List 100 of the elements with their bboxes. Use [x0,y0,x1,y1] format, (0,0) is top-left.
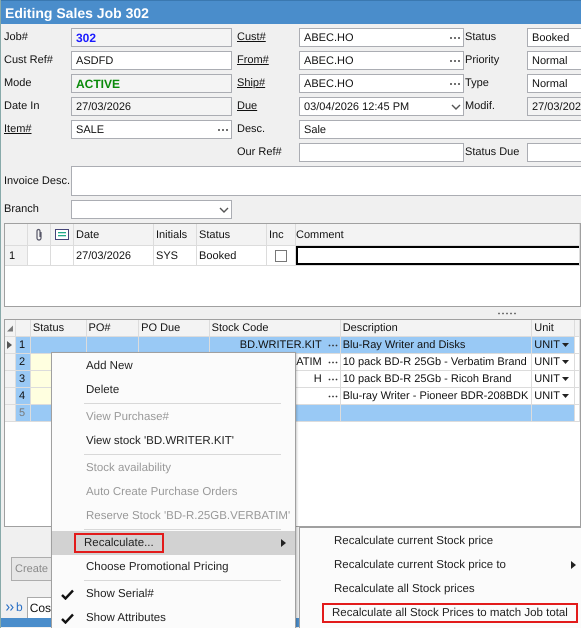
window-title: Editing Sales Job 302 [5,4,149,20]
table-cell: UNIT [532,354,575,371]
menu-item-label: Recalculate all Stock Prices to match Job total [322,603,578,623]
menu-item[interactable]: View stock 'BD.WRITER.KIT' [52,429,295,453]
table-cell[interactable]: 10 pack BD-R 25Gb - Verbatim Brand [340,354,532,371]
menu-item-label: Recalculate... [74,533,164,553]
menu-item-label: Show Attributes [85,611,167,626]
field-label: Modif. [465,100,496,113]
column-header[interactable]: Initials [154,224,197,246]
menu-item-label: View Purchase# [85,410,170,425]
lookup-field[interactable]: ABEC.HO [299,74,464,93]
column-header[interactable]: Date [74,224,154,246]
text-field[interactable]: Normal [527,51,581,70]
double-chevron-icon [6,604,14,610]
field-label: Type [465,77,490,90]
menu-item-label: Delete [85,383,120,398]
menu-item-label: Auto Create Purchase Orders [85,485,238,500]
menu-item[interactable]: Show Serial# [52,582,295,606]
row-number: 3 [16,371,31,388]
ellipsis-icon [449,58,461,62]
comment-field[interactable] [296,246,579,265]
dropdown-arrow-icon[interactable] [562,394,569,398]
field-label: Priority [465,54,500,67]
field-label: Branch [4,203,40,216]
readonly-field[interactable]: 27/03/2026 [71,97,232,116]
menu-item-label: Recalculate all Stock prices [333,582,476,597]
menu-item-label: Recalculate current Stock price to [333,558,507,573]
table-cell [532,405,575,422]
field-label[interactable]: From# [237,54,299,67]
table-cell[interactable]: Blu-Ray Writer and Disks [340,337,532,354]
dropdown-arrow-icon[interactable] [562,377,569,381]
collapse-tab[interactable]: b [3,600,26,618]
field-label[interactable]: Cust# [237,31,299,44]
menu-item[interactable]: Recalculate... [52,531,295,555]
chevron-down-icon [219,206,229,212]
menu-item-label: View stock 'BD.WRITER.KIT' [85,434,235,449]
field-label: Mode [4,77,33,90]
field-label: Invoice Desc. [4,174,71,188]
readonly-field[interactable]: 302 [71,28,232,47]
dropdown-arrow-icon[interactable] [562,343,569,347]
memo-field[interactable] [71,166,581,196]
ellipsis-icon[interactable] [328,394,338,398]
column-header[interactable]: Inc [267,224,296,246]
lookup-field[interactable]: SALE [71,120,232,139]
menu-item[interactable]: Recalculate current Stock price to [300,553,581,577]
ellipsis-icon [449,36,461,40]
menu-item[interactable]: Recalculate all Stock prices [300,577,581,601]
row-number: 4 [16,388,31,405]
lookup-field[interactable]: ABEC.HO [299,51,464,70]
field-label: Job# [4,31,29,44]
table-cell[interactable] [340,405,532,422]
ellipsis-icon [217,128,229,132]
column-header[interactable]: Status [197,224,267,246]
dropdown-field[interactable] [71,200,232,219]
menu-item-label: Reserve Stock 'BD-R.25GB.VERBATIM' [85,509,292,524]
ellipsis-icon[interactable] [328,344,338,346]
dropdown-field[interactable]: 03/04/2026 12:45 PM [299,97,464,116]
menu-item-label: Choose Promotional Pricing [85,560,230,575]
dropdown-arrow-icon[interactable] [562,360,569,364]
row-number: 2 [16,354,31,371]
menu-item[interactable]: Choose Promotional Pricing [52,555,295,579]
menu-item-label: Show Serial# [85,587,155,602]
table-cell: Booked [197,246,267,266]
table-cell: UNIT [532,337,575,354]
field-label: Our Ref# [237,146,283,159]
table-cell [30,337,86,354]
ellipsis-icon[interactable] [328,378,338,380]
table-cell: SYS [154,246,197,266]
ellipsis-icon[interactable] [328,360,338,364]
text-field[interactable]: Normal [527,74,581,93]
lookup-field[interactable]: ABEC.HO [299,28,464,47]
chevron-down-icon [451,104,461,110]
text-field[interactable]: Booked [527,28,581,47]
text-field[interactable] [299,143,464,162]
grip-icon[interactable] [497,312,517,314]
field-label: Cust Ref# [4,54,54,67]
current-row-icon [7,341,12,349]
text-field[interactable]: ASDFD [71,51,232,70]
readonly-field[interactable]: ACTIVE [71,74,232,93]
row-number: 1 [16,337,31,354]
table-cell[interactable]: 10 pack BD-R 25Gb - Ricoh Brand [340,371,532,388]
field-label: Desc. [237,123,266,136]
row-number: 1 [5,246,28,266]
table-cell: 27/03/2026 [74,246,154,266]
checkbox[interactable] [275,250,287,262]
corner-triangle-icon [7,324,13,332]
field-label[interactable]: Item# [4,123,71,136]
menu-item-label: Recalculate current Stock price [333,534,494,549]
readonly-field[interactable]: 27/03/202 [527,97,581,116]
field-label[interactable]: Ship# [237,77,299,90]
menu-item-label: Stock availability [85,461,172,476]
field-label[interactable]: Due [237,100,299,113]
menu-item[interactable]: Recalculate all Stock Prices to match Job total [300,601,581,625]
menu-item-label: Add New [85,359,134,374]
paperclip-icon [35,228,43,241]
menu-item[interactable]: Show Attributes [52,606,295,628]
menu-item[interactable]: Recalculate current Stock price [300,529,581,553]
column-header[interactable]: Comment [296,224,580,246]
field-label: Status [465,31,498,44]
text-field[interactable]: Sale [299,120,581,139]
